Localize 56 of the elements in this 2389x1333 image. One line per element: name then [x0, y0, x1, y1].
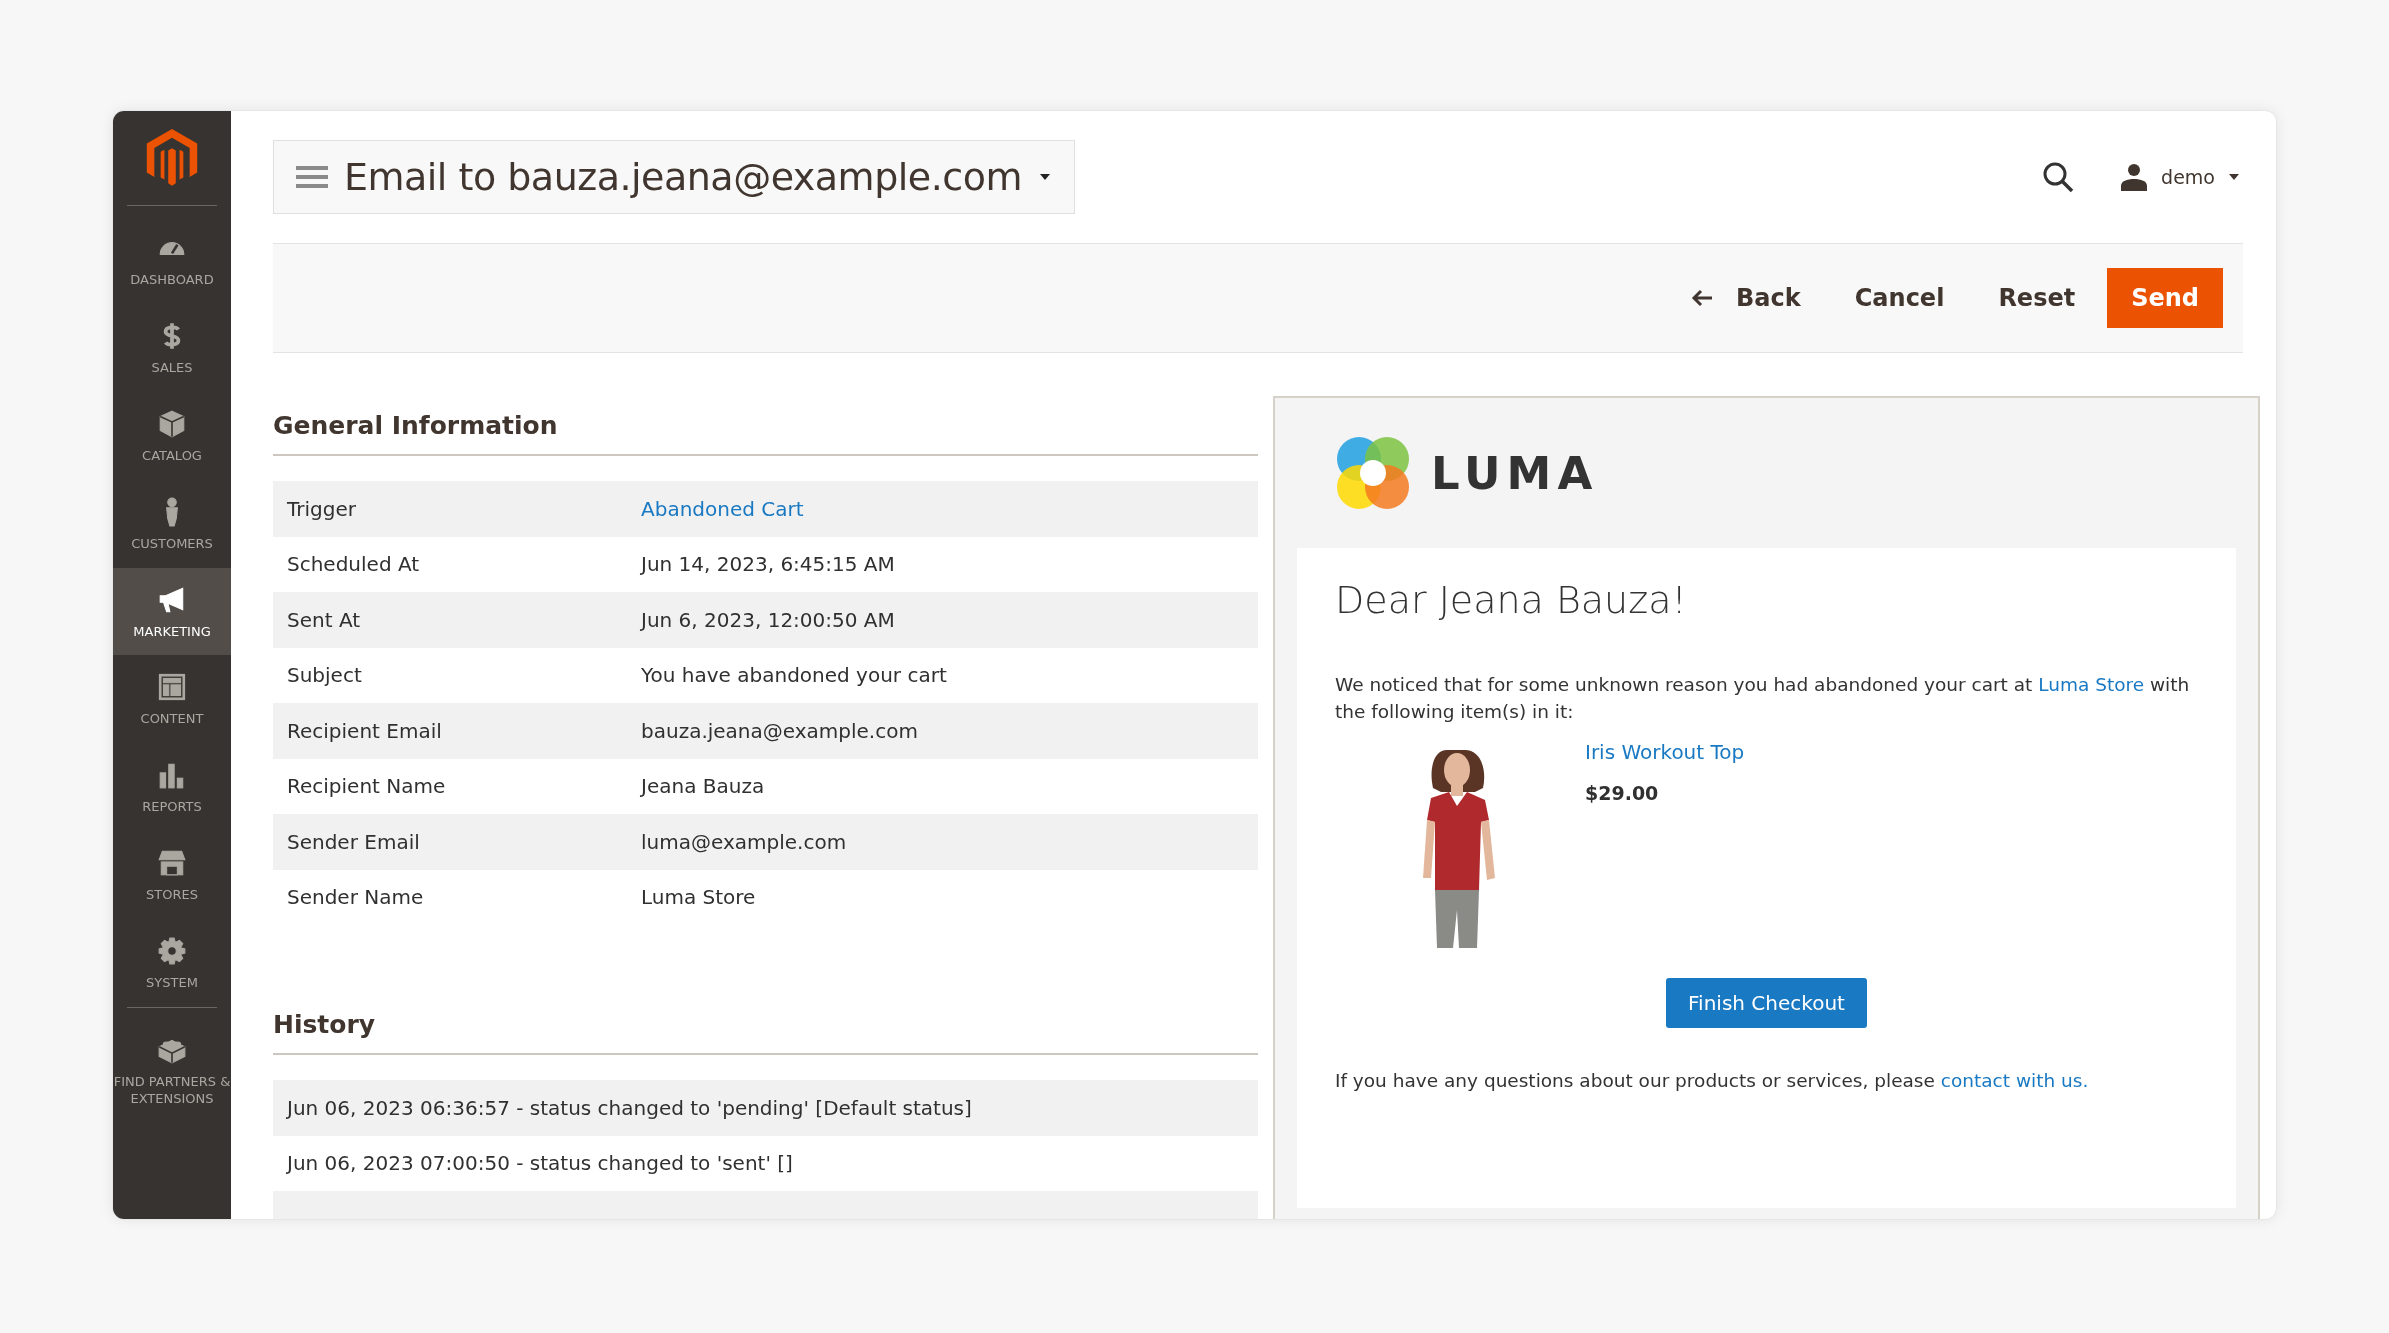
field-value: Jun 6, 2023, 12:00:50 AM — [641, 607, 895, 632]
field-label: Sender Name — [286, 885, 425, 910]
field-label: Scheduled At — [286, 552, 421, 577]
field-value: Luma Store — [641, 885, 756, 910]
user-menu[interactable]: demo — [2119, 162, 2241, 192]
trigger-link[interactable]: Abandoned Cart — [641, 496, 804, 521]
sidebar-item[interactable]: SYSTEM — [113, 919, 231, 1007]
footer-text: If you have any questions about our products or services, please contact with us. — [1335, 1068, 2090, 1093]
finish-checkout-button[interactable]: Finish Checkout — [1666, 977, 1867, 1028]
sidebar-item[interactable]: MARKETING — [113, 567, 231, 656]
field-value: You have abandoned your cart — [641, 663, 947, 688]
field-label: Subject — [286, 663, 363, 688]
field-label: Trigger — [286, 496, 357, 521]
sidebar-item[interactable]: SALES — [113, 303, 231, 392]
greeting: Dear Jeana Bauza! — [1335, 578, 1688, 622]
gear-icon — [157, 936, 187, 967]
sidebar-item[interactable]: REPORTS — [113, 743, 231, 832]
field-label: Sender Email — [286, 829, 421, 854]
arrow-left-icon — [1690, 288, 1715, 308]
intro-text: We noticed that for some unknown reason you had abandoned your cart at Luma Store with the following item(s) in it: — [1335, 673, 2191, 724]
section-heading: General Information — [273, 411, 1258, 456]
sidebar-item[interactable]: STORES — [113, 831, 231, 920]
history-entry: Jun 06, 2023 06:36:57 - status changed to 'pending' [Default status] — [287, 1095, 972, 1120]
brand-name: LUMA — [1431, 446, 1599, 500]
store-link[interactable]: Luma Store — [2038, 674, 2145, 695]
caret-icon — [2227, 172, 2241, 182]
send-button[interactable]: Send — [2107, 268, 2223, 328]
logo-icon[interactable] — [146, 129, 198, 187]
field-label: Sent At — [286, 607, 362, 632]
menu-icon — [296, 164, 328, 190]
history-entry: Jun 06, 2023 07:00:50 - status changed to 'sent' [] — [287, 1151, 793, 1176]
action-button[interactable]: Cancel — [1832, 270, 1967, 326]
back-button[interactable]: Back — [1668, 270, 1823, 326]
box-icon — [157, 408, 187, 439]
sidebar-item[interactable]: CATALOG — [113, 391, 231, 480]
product-price: $29.00 — [1585, 781, 1660, 804]
sidebar-item[interactable]: FIND PARTNERS & EXTENSIONS — [113, 1018, 231, 1123]
action-button[interactable]: Reset — [1976, 270, 2098, 326]
logo-icon — [1335, 435, 1411, 511]
sidebar-item[interactable]: DASHBOARD — [113, 216, 231, 304]
sidebar-item[interactable]: CONTENT — [113, 655, 231, 744]
section-heading: History — [273, 1010, 1258, 1055]
field-value: Jun 14, 2023, 6:45:15 AM — [641, 552, 895, 577]
user-icon — [2119, 162, 2150, 192]
field-label: Recipient Name — [286, 774, 447, 799]
field-label: Recipient Email — [286, 718, 443, 743]
product-link[interactable]: Iris Workout Top — [1585, 739, 1745, 764]
field-value: bauza.jeana@example.com — [641, 718, 918, 743]
page-title-dropdown[interactable]: Email to bauza.jeana@example.com — [273, 140, 1075, 214]
search-icon[interactable] — [2041, 160, 2076, 194]
field-value: Jeana Bauza — [641, 774, 765, 799]
contact-link[interactable]: contact with us. — [1940, 1069, 2089, 1091]
caret-icon — [1037, 172, 1052, 182]
sidebar-item[interactable]: CUSTOMERS — [113, 479, 231, 568]
field-value: luma@example.com — [641, 829, 847, 854]
layout-icon — [157, 672, 187, 703]
